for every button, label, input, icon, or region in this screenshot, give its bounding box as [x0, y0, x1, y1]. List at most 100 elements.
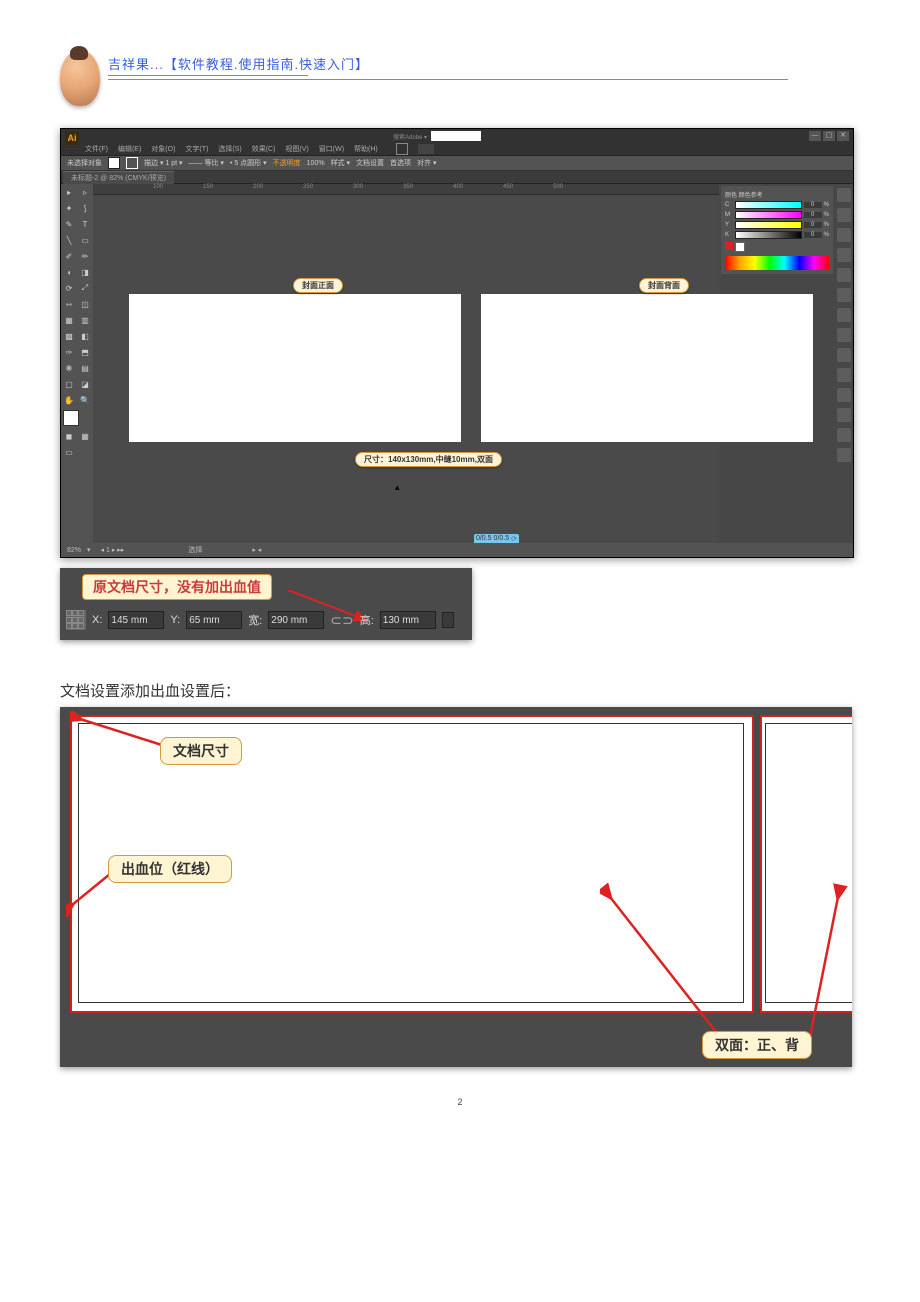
artboard-tool-icon[interactable]: ▢ [61, 376, 77, 392]
brush-field[interactable]: • 5 点圆形 ▾ [230, 158, 267, 168]
selection-tool-icon[interactable]: ▸ [61, 184, 77, 200]
close-icon[interactable]: ✕ [837, 131, 849, 141]
w-input[interactable] [268, 611, 324, 629]
dock-icon[interactable] [837, 348, 851, 362]
y-label: Y [725, 222, 733, 228]
y-slider[interactable] [735, 221, 802, 229]
hand-tool-icon[interactable]: ✋ [61, 392, 77, 408]
opacity-field[interactable]: 100% [307, 160, 325, 167]
color-mode-icon[interactable]: ◼ [61, 428, 77, 444]
lasso-tool-icon[interactable]: ⟆ [77, 200, 93, 216]
align-field[interactable]: 对齐 ▾ [417, 158, 436, 168]
screen-mode-icon[interactable] [396, 143, 408, 155]
mesh-tool-icon[interactable]: ▩ [61, 328, 77, 344]
menu-item[interactable]: 效果(C) [252, 144, 276, 154]
link-icon[interactable]: ⊂⊃ [330, 612, 353, 629]
more-icon[interactable] [442, 612, 454, 628]
menu-item[interactable]: 对象(O) [151, 144, 175, 154]
m-value[interactable]: 0 [804, 212, 822, 218]
dock-icon[interactable] [837, 248, 851, 262]
ref-point-icon[interactable] [66, 610, 86, 630]
profile-field[interactable]: —— 等比 ▾ [189, 158, 224, 168]
document-tab[interactable]: 未标题-2 @ 82% (CMYK/预览) [63, 171, 174, 184]
dock-icon[interactable] [837, 188, 851, 202]
graph-tool-icon[interactable]: ▤ [77, 360, 93, 376]
stroke-field[interactable]: 描边 ▾ 1 pt ▾ [144, 158, 183, 168]
dock-icon[interactable] [837, 288, 851, 302]
zoom-label[interactable]: 82% [67, 547, 81, 554]
k-slider[interactable] [735, 231, 802, 239]
screen-mode-icon[interactable]: ▭ [61, 444, 77, 460]
swatch-icon[interactable] [735, 242, 745, 252]
pencil-tool-icon[interactable]: ✏ [77, 248, 93, 264]
dock-icon[interactable] [837, 408, 851, 422]
zoom-tool-icon[interactable]: 🔍 [77, 392, 93, 408]
menu-item[interactable]: 文件(F) [85, 144, 108, 154]
slice-tool-icon[interactable]: ◪ [77, 376, 93, 392]
maximize-icon[interactable]: ▢ [823, 131, 835, 141]
style-field[interactable]: 样式 ▾ [331, 158, 350, 168]
direct-select-tool-icon[interactable]: ▹ [77, 184, 93, 200]
dock-icon[interactable] [837, 308, 851, 322]
c-slider[interactable] [735, 201, 802, 209]
symbol-tool-icon[interactable]: ❋ [61, 360, 77, 376]
x-input[interactable] [108, 611, 164, 629]
minimize-icon[interactable]: — [809, 131, 821, 141]
menu-item[interactable]: 窗口(W) [319, 144, 344, 154]
brush-tool-icon[interactable]: ✐ [61, 248, 77, 264]
fill-color-icon[interactable] [63, 410, 79, 426]
ruler-tick: 200 [253, 184, 263, 194]
magic-wand-tool-icon[interactable]: ✦ [61, 200, 77, 216]
width-tool-icon[interactable]: ⇿ [61, 296, 77, 312]
dock-icon[interactable] [837, 368, 851, 382]
m-label: M [725, 212, 733, 218]
arrange-icon[interactable] [418, 144, 434, 154]
swatch-icon[interactable] [725, 242, 733, 250]
shape-builder-icon[interactable]: ▦ [61, 312, 77, 328]
free-tool-icon[interactable]: ◫ [77, 296, 93, 312]
spectrum-icon[interactable] [725, 256, 829, 270]
line-tool-icon[interactable]: ╲ [61, 232, 77, 248]
perspective-icon[interactable]: ▥ [77, 312, 93, 328]
menu-item[interactable]: 选择(S) [218, 144, 241, 154]
eraser-tool-icon[interactable]: ◨ [77, 264, 93, 280]
dock-icon[interactable] [837, 448, 851, 462]
blob-tool-icon[interactable]: ◖ [61, 264, 77, 280]
pct-label: % [824, 202, 829, 208]
search-input[interactable] [431, 131, 481, 141]
dock-icon[interactable] [837, 428, 851, 442]
menu-item[interactable]: 文字(T) [185, 144, 208, 154]
docset-button[interactable]: 文档设置 [356, 158, 384, 168]
callout-bleed: 出血位（红线） [108, 855, 232, 883]
canvas[interactable]: 100 150 200 250 300 350 400 450 500 封面正面… [93, 184, 719, 546]
fill-swatch-icon[interactable] [108, 157, 120, 169]
rect-tool-icon[interactable]: ▭ [77, 232, 93, 248]
eyedropper-tool-icon[interactable]: ✑ [61, 344, 77, 360]
pen-tool-icon[interactable]: ✎ [61, 216, 77, 232]
stroke-swatch-icon[interactable] [126, 157, 138, 169]
prefs-button[interactable]: 首选项 [390, 158, 411, 168]
artboard-trim-right [765, 723, 852, 1003]
callout-back: 封面背面 [639, 278, 689, 293]
dock-icon[interactable] [837, 268, 851, 282]
type-tool-icon[interactable]: T [77, 216, 93, 232]
gradient-mode-icon[interactable]: ▦ [77, 428, 93, 444]
y-input[interactable] [186, 611, 242, 629]
dock-icon[interactable] [837, 388, 851, 402]
scale-tool-icon[interactable]: ⤢ [77, 280, 93, 296]
c-value[interactable]: 0 [804, 202, 822, 208]
dock-icon[interactable] [837, 328, 851, 342]
gradient-tool-icon[interactable]: ◧ [77, 328, 93, 344]
rotate-tool-icon[interactable]: ⟳ [61, 280, 77, 296]
menu-item[interactable]: 编辑(E) [118, 144, 141, 154]
ai-logo-icon: Ai [65, 131, 79, 145]
k-value[interactable]: 0 [804, 232, 822, 238]
dock-icon[interactable] [837, 228, 851, 242]
m-slider[interactable] [735, 211, 802, 219]
h-input[interactable] [380, 611, 436, 629]
menu-item[interactable]: 帮助(H) [354, 144, 378, 154]
blend-tool-icon[interactable]: ⬒ [77, 344, 93, 360]
y-value[interactable]: 0 [804, 222, 822, 228]
dock-icon[interactable] [837, 208, 851, 222]
menu-item[interactable]: 视图(V) [285, 144, 308, 154]
